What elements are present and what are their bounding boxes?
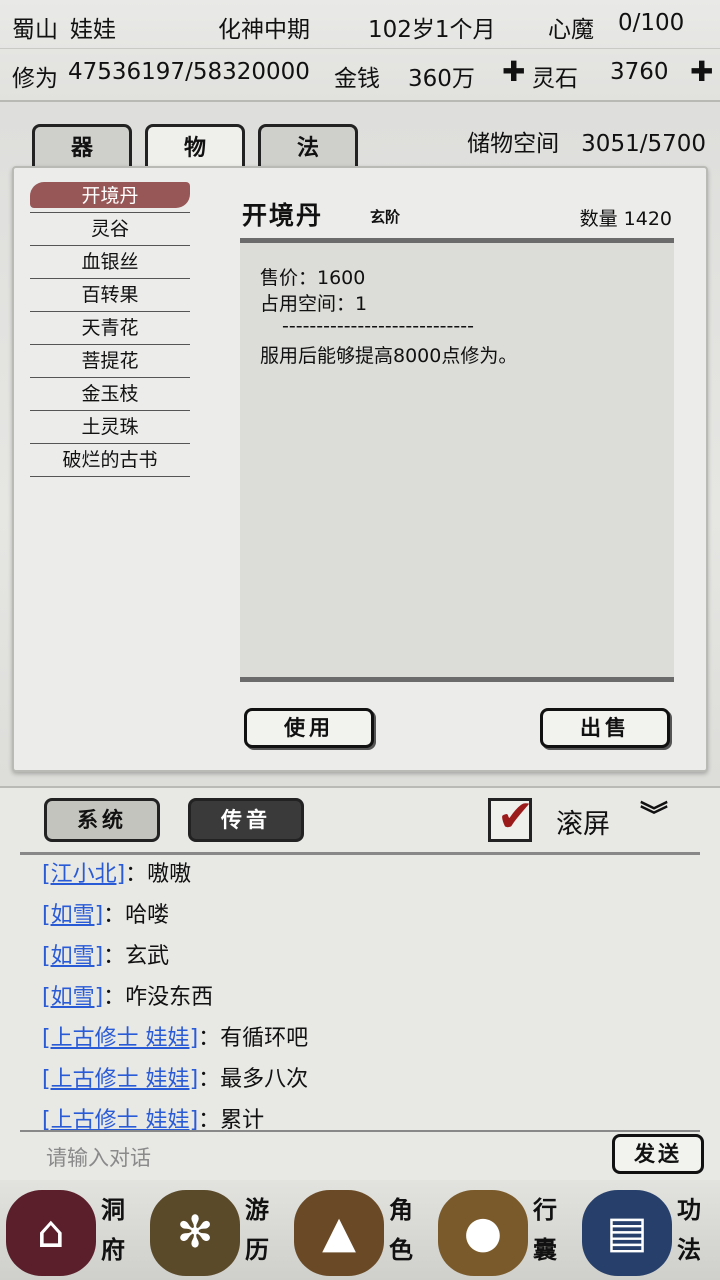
sender-link[interactable]: [上古修士 娃娃] <box>42 1026 198 1051</box>
storage-label: 储物空间 <box>467 131 560 157</box>
cultivation-label: 修为 <box>12 66 58 92</box>
message-text: ：咋没东西 <box>103 985 214 1010</box>
sell-button[interactable]: 出售 <box>540 708 670 748</box>
storage-space: 储物空间 3051/5700 <box>467 124 706 158</box>
heart-demon-value: 0/100 <box>618 10 685 36</box>
item-effect: 服用后能够提高8000点修为。 <box>260 345 518 367</box>
nav-travel[interactable]: ✻ 游历 <box>144 1180 288 1280</box>
list-item: [如雪]：玄武 <box>42 936 682 977</box>
nav-label: 角色 <box>389 1196 413 1264</box>
list-item: [如雪]：咋没东西 <box>42 977 682 1018</box>
nav-label: 功法 <box>677 1196 701 1264</box>
cultivation-value: 47536197/58320000 <box>68 59 310 85</box>
separator: ---------------------------- <box>282 315 474 337</box>
book-icon: ▤ <box>582 1190 672 1276</box>
add-spirit-stone-icon[interactable]: ✚ <box>690 55 713 88</box>
tab-items[interactable]: 物 <box>145 124 245 168</box>
nav-techniques[interactable]: ▤ 功法 <box>576 1180 720 1280</box>
nav-label: 行囊 <box>533 1196 557 1264</box>
list-item[interactable]: 破烂的古书 <box>30 444 190 477</box>
nav-bag[interactable]: ● 行囊 <box>432 1180 576 1280</box>
sender-link[interactable]: [江小北] <box>42 862 125 887</box>
scroll-checkbox[interactable]: ✔ <box>488 791 534 842</box>
tab-voice[interactable]: 传音 <box>188 798 304 842</box>
tab-equipment[interactable]: 器 <box>32 124 132 168</box>
spirit-stone-value: 3760 <box>610 59 669 85</box>
list-item[interactable]: 菩提花 <box>30 345 190 378</box>
item-price: 售价：1600 <box>260 267 366 289</box>
item-quantity: 数量 1420 <box>580 204 672 231</box>
item-description: 售价：1600 占用空间：1 -------------------------… <box>240 238 674 682</box>
message-text: ：玄武 <box>103 944 170 969</box>
status-bar: 蜀山 娃娃 化神中期 102岁1个月 心魔 0/100 修为 47536197/… <box>0 0 720 102</box>
cave-dwelling-icon: ⌂ <box>6 1190 96 1276</box>
list-item: [如雪]：哈喽 <box>42 895 682 936</box>
money-label: 金钱 <box>334 66 380 92</box>
nav-cave[interactable]: ⌂ 洞府 <box>0 1180 144 1280</box>
checkmark-icon: ✔ <box>497 791 534 842</box>
message-list[interactable]: [江小北]：嗷嗷 [如雪]：哈喽 [如雪]：玄武 [如雪]：咋没东西 [上古修士… <box>42 854 682 1141</box>
list-item: [上古修士 娃娃]：最多八次 <box>42 1059 682 1100</box>
list-item: [上古修士 娃娃]：有循环吧 <box>42 1018 682 1059</box>
chat-input-placeholder: 请输入对话 <box>46 1146 151 1170</box>
message-text: ：哈喽 <box>103 903 170 928</box>
list-item[interactable]: 金玉枝 <box>30 378 190 411</box>
list-item[interactable]: 灵谷 <box>30 213 190 246</box>
bag-icon: ● <box>438 1190 528 1276</box>
bottom-nav: ⌂ 洞府 ✻ 游历 ▲ 角色 ● 行囊 ▤ 功法 <box>0 1180 720 1280</box>
straw-hat-character-icon: ▲ <box>294 1190 384 1276</box>
sender-link[interactable]: [如雪] <box>42 985 103 1010</box>
nav-label: 洞府 <box>101 1196 125 1264</box>
add-money-icon[interactable]: ✚ <box>502 55 525 88</box>
status-row-1: 蜀山 娃娃 化神中期 102岁1个月 心魔 0/100 <box>0 0 720 48</box>
list-item[interactable]: 血银丝 <box>30 246 190 279</box>
list-item[interactable]: 开境丹 <box>30 180 190 213</box>
tab-system[interactable]: 系统 <box>44 798 160 842</box>
storage-value: 3051/5700 <box>581 131 706 157</box>
item-grade: 玄阶 <box>370 208 401 226</box>
item-list: 开境丹 灵谷 血银丝 百转果 天青花 菩提花 金玉枝 土灵珠 破烂的古书 <box>30 180 190 477</box>
sender-link[interactable]: [如雪] <box>42 903 103 928</box>
message-text: ：有循环吧 <box>198 1026 309 1051</box>
nav-label: 游历 <box>245 1196 269 1264</box>
quantity-label: 数量 <box>579 208 618 230</box>
list-item: [江小北]：嗷嗷 <box>42 854 682 895</box>
spirit-stone-label: 灵石 <box>532 66 578 92</box>
message-text: ：嗷嗷 <box>125 862 192 887</box>
sender-link[interactable]: [如雪] <box>42 944 103 969</box>
grass-travel-icon: ✻ <box>150 1190 240 1276</box>
player-name: 娃娃 <box>70 17 116 43</box>
inventory-panel: 开境丹 灵谷 血银丝 百转果 天青花 菩提花 金玉枝 土灵珠 破烂的古书 开境丹… <box>12 166 708 772</box>
collapse-chevron-icon[interactable]: ︾ <box>640 794 668 834</box>
realm: 化神中期 <box>218 17 310 43</box>
list-item[interactable]: 土灵珠 <box>30 411 190 444</box>
message-text: ：最多八次 <box>198 1067 309 1092</box>
status-row-2: 修为 47536197/58320000 金钱 360万 ✚ 灵石 3760 ✚ <box>0 48 720 97</box>
item-space: 占用空间：1 <box>260 293 368 315</box>
chat-panel: 系统 传音 ✔ 滚屏 ︾ [江小北]：嗷嗷 [如雪]：哈喽 [如雪]：玄武 [如… <box>0 786 720 1180</box>
list-item[interactable]: 百转果 <box>30 279 190 312</box>
scroll-label: 滚屏 <box>556 809 610 840</box>
tab-techniques[interactable]: 法 <box>258 124 358 168</box>
list-item[interactable]: 天青花 <box>30 312 190 345</box>
send-button[interactable]: 发送 <box>612 1134 704 1174</box>
quantity-value: 1420 <box>623 208 672 230</box>
item-title: 开境丹 <box>242 201 324 230</box>
nav-character[interactable]: ▲ 角色 <box>288 1180 432 1280</box>
age: 102岁1个月 <box>368 17 496 43</box>
sect-name: 蜀山 <box>12 17 58 43</box>
heart-demon-label: 心魔 <box>548 17 594 43</box>
use-button[interactable]: 使用 <box>244 708 374 748</box>
chat-input[interactable]: 请输入对话 <box>20 1130 700 1176</box>
money-value: 360万 <box>408 66 475 92</box>
sender-link[interactable]: [上古修士 娃娃] <box>42 1067 198 1092</box>
